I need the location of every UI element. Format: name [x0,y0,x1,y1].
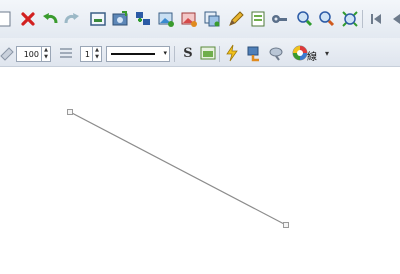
line-spacing-spinner[interactable]: 1 ▲ ▼ [80,46,102,62]
previous-page-icon[interactable] [386,9,400,29]
text-style-button[interactable]: S [178,43,198,63]
drawing-canvas[interactable] [0,68,400,274]
text-style-label: S [183,45,193,61]
lightning-icon[interactable] [222,43,242,63]
toolbar-separator [219,46,220,62]
paint-bucket-icon[interactable] [244,43,264,63]
start-handle[interactable] [67,109,73,115]
fill-color-icon[interactable] [0,43,16,63]
line-spacing-value: 1 [84,49,90,59]
line-style-select[interactable]: ▾ [106,46,170,62]
chevron-down-icon[interactable]: ▾ [325,49,329,58]
zoom-fit-icon[interactable] [340,9,360,29]
spin-down-icon[interactable]: ▼ [93,54,101,61]
frame-style-icon[interactable] [198,43,218,63]
image-edit-icon[interactable] [179,9,199,29]
line-spacing-icon[interactable] [56,43,76,63]
toolbar-separator [174,46,175,62]
line-width-value: 100 [23,49,39,59]
spin-up-icon[interactable]: ▲ [93,47,101,54]
spin-down-icon[interactable]: ▼ [42,54,50,61]
line-shape[interactable] [69,111,287,226]
image-insert-icon[interactable] [156,9,176,29]
line-style-preview [111,53,155,55]
page-icon[interactable] [0,9,14,29]
redo-icon[interactable] [62,9,82,29]
delete-icon[interactable] [18,9,38,29]
zoom-out-icon[interactable] [316,9,336,29]
chevron-down-icon: ▾ [163,49,167,57]
line-width-spinner[interactable]: 100 ▲ ▼ [16,46,51,62]
format-toolbar: 100 ▲ ▼ 1 ▲ ▼ ▾ S 線 ▾ [0,38,400,67]
toolbar-separator [362,10,363,28]
node-add-icon[interactable] [133,9,153,29]
main-toolbar [0,0,400,38]
line-color-label: 線 [307,52,317,63]
undo-icon[interactable] [40,9,60,29]
document-icon[interactable] [248,9,268,29]
zoom-in-icon[interactable] [294,9,314,29]
key-icon[interactable] [270,9,290,29]
spin-up-icon[interactable]: ▲ [42,47,50,54]
layer-icon[interactable] [202,9,222,29]
brush-icon[interactable] [266,43,286,63]
end-handle[interactable] [283,222,289,228]
pencil-icon[interactable] [226,9,246,29]
photo-icon[interactable] [110,9,130,29]
insert-frame-icon[interactable] [88,9,108,29]
first-page-icon[interactable] [366,9,386,29]
